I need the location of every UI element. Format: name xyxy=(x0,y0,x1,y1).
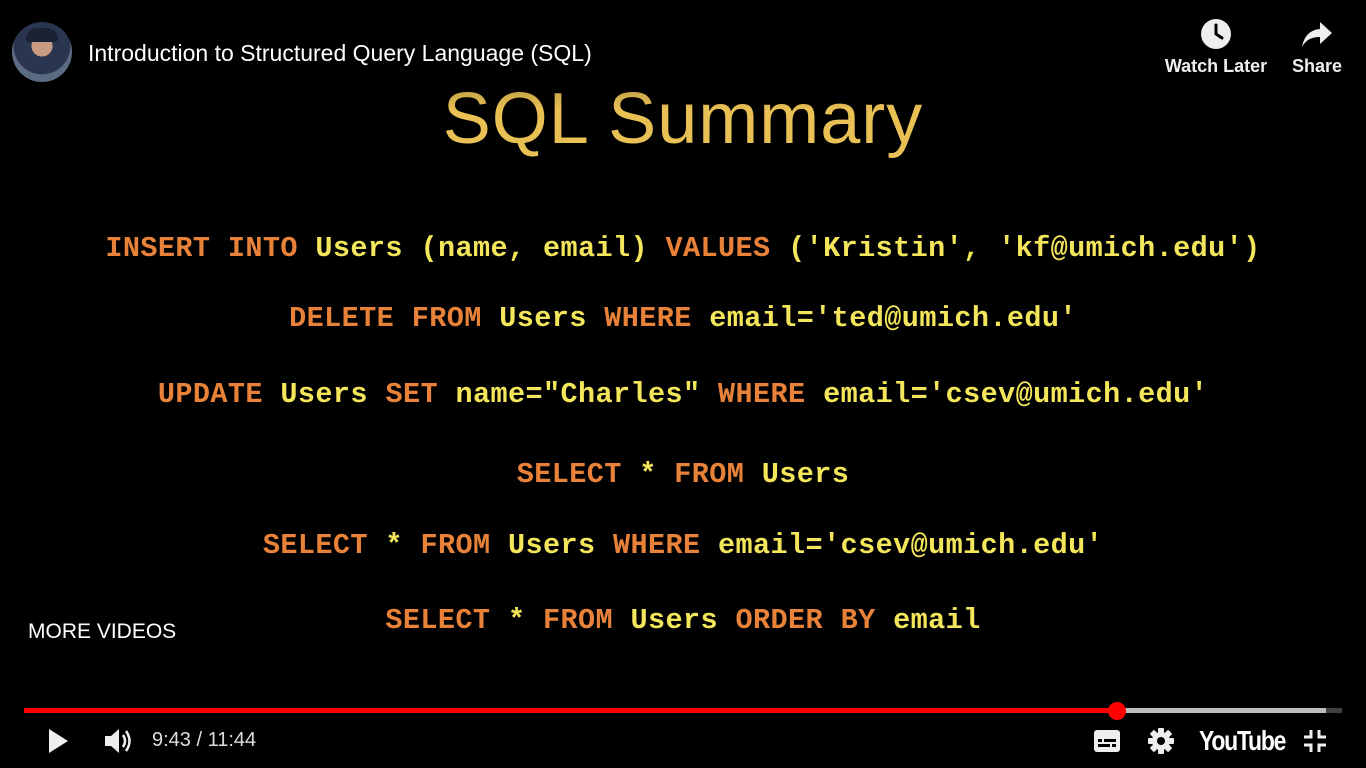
captions-icon xyxy=(1094,730,1120,752)
sql-space xyxy=(525,604,543,637)
sql-space xyxy=(596,529,614,562)
sql-statement: SELECT * FROM Users WHERE email='csev@um… xyxy=(0,529,1366,562)
progress-played xyxy=(24,708,1117,713)
sql-identifier: Users xyxy=(280,378,368,411)
sql-keyword: DELETE xyxy=(289,302,395,335)
sql-space xyxy=(806,378,824,411)
sql-statement: SELECT * FROM Users xyxy=(0,458,1366,491)
sql-identifier: (name, xyxy=(420,232,526,265)
gear-icon xyxy=(1148,728,1174,754)
sql-statement: UPDATE Users SET name="Charles" WHERE em… xyxy=(0,378,1366,411)
sql-identifier: * xyxy=(507,604,526,637)
sql-space xyxy=(298,232,316,265)
settings-button[interactable] xyxy=(1148,728,1174,759)
sql-space xyxy=(490,529,508,562)
sql-identifier: * xyxy=(639,458,657,491)
sql-keyword: WHERE xyxy=(718,378,806,411)
sql-identifier: email='csev@umich.edu' xyxy=(823,378,1209,411)
sql-identifier: Users xyxy=(507,529,596,562)
sql-identifier: Users xyxy=(499,302,587,335)
sql-space xyxy=(701,529,719,562)
sql-keyword: INSERT xyxy=(105,232,211,265)
sql-space xyxy=(438,378,456,411)
sql-identifier: email xyxy=(893,604,981,637)
video-title[interactable]: Introduction to Structured Query Languag… xyxy=(88,40,592,67)
sql-keyword: WHERE xyxy=(604,302,692,335)
sql-identifier: 'kf@umich.edu') xyxy=(998,232,1261,265)
sql-space xyxy=(587,302,605,335)
sql-space xyxy=(525,232,543,265)
watch-later-button[interactable]: Watch Later xyxy=(1160,18,1272,77)
sql-keyword: VALUES xyxy=(665,232,771,265)
share-label: Share xyxy=(1291,56,1343,76)
sql-keyword: WHERE xyxy=(613,529,701,562)
sql-space xyxy=(648,232,666,265)
video-player[interactable]: SQL Summary INSERT INTO Users (name, ema… xyxy=(0,0,1366,768)
sql-space xyxy=(263,378,281,411)
sql-space xyxy=(490,604,508,637)
sql-space xyxy=(701,378,719,411)
sql-space xyxy=(876,604,894,637)
play-button[interactable] xyxy=(46,728,70,759)
clock-icon xyxy=(1201,19,1231,49)
progress-bar[interactable] xyxy=(24,702,1342,720)
sql-space xyxy=(403,529,421,562)
exit-fullscreen-icon xyxy=(1304,730,1326,752)
sql-space xyxy=(210,232,228,265)
channel-avatar[interactable] xyxy=(12,22,72,82)
sql-keyword: ORDER xyxy=(735,604,824,637)
exit-fullscreen-button[interactable] xyxy=(1303,729,1327,758)
play-icon xyxy=(49,729,68,753)
sql-space xyxy=(368,529,386,562)
sql-statement: DELETE FROM Users WHERE email='ted@umich… xyxy=(0,302,1366,335)
sql-identifier: email) xyxy=(542,232,649,265)
sql-statement: INSERT INTO Users (name, email) VALUES (… xyxy=(0,232,1366,265)
sql-space xyxy=(744,458,762,491)
watch-later-label: Watch Later xyxy=(1164,56,1268,76)
sql-identifier: ('Kristin', xyxy=(788,232,981,265)
sql-space xyxy=(403,232,421,265)
sql-keyword: SELECT xyxy=(262,529,368,562)
sql-identifier: Users xyxy=(630,604,719,637)
sql-statement: SELECT * FROM Users ORDER BY email xyxy=(0,604,1366,637)
progress-scrubber[interactable] xyxy=(1107,702,1126,720)
sql-space xyxy=(718,604,736,637)
sql-space xyxy=(692,302,710,335)
sql-keyword: FROM xyxy=(674,458,745,491)
sql-space xyxy=(657,458,675,491)
sql-keyword: UPDATE xyxy=(157,378,263,411)
time-display: 9:43 / 11:44 xyxy=(152,729,256,752)
sql-keyword: SELECT xyxy=(516,458,622,491)
sql-space xyxy=(394,302,412,335)
youtube-logo[interactable]: YouTube xyxy=(1199,725,1286,757)
sql-identifier: Users xyxy=(761,458,850,491)
sql-identifier: email='csev@umich.edu' xyxy=(718,529,1104,562)
sql-keyword: INTO xyxy=(227,232,298,265)
sql-space xyxy=(622,458,640,491)
sql-space xyxy=(482,302,500,335)
sql-space xyxy=(981,232,999,265)
more-videos-button[interactable]: MORE VIDEOS xyxy=(28,620,176,644)
sql-keyword: SET xyxy=(385,378,438,411)
share-button[interactable]: Share xyxy=(1288,18,1346,77)
time-text: 9:43 / 11:44 xyxy=(152,729,257,751)
captions-button[interactable] xyxy=(1093,729,1121,758)
sql-space xyxy=(823,604,841,637)
sql-space xyxy=(613,604,631,637)
volume-icon xyxy=(105,729,131,753)
volume-button[interactable] xyxy=(104,727,134,760)
sql-identifier: email='ted@umich.edu' xyxy=(709,302,1077,335)
sql-identifier: Users xyxy=(315,232,403,265)
sql-identifier: * xyxy=(385,529,403,562)
sql-space xyxy=(771,232,789,265)
sql-keyword: FROM xyxy=(420,529,491,562)
sql-keyword: FROM xyxy=(411,302,482,335)
sql-identifier: name="Charles" xyxy=(455,378,701,411)
sql-keyword: SELECT xyxy=(385,604,491,637)
share-arrow-icon xyxy=(1302,22,1332,47)
sql-keyword: FROM xyxy=(542,604,613,637)
sql-keyword: BY xyxy=(840,604,876,637)
sql-space xyxy=(368,378,386,411)
avatar-cap xyxy=(26,28,58,42)
